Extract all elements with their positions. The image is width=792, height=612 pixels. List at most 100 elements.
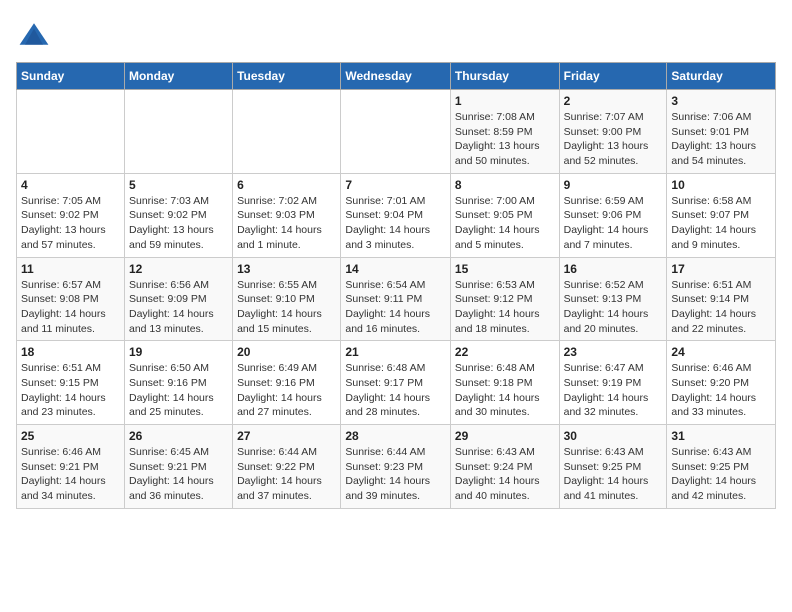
logo (16, 16, 56, 52)
day-info: Sunrise: 6:46 AMSunset: 9:21 PMDaylight:… (21, 445, 120, 504)
calendar-week-5: 25Sunrise: 6:46 AMSunset: 9:21 PMDayligh… (17, 425, 776, 509)
header-cell-friday: Friday (559, 63, 667, 90)
day-number: 26 (129, 429, 228, 443)
calendar-week-3: 11 Sunrise: 6:57 AMSunset: 9:08 PMDayligh… (17, 257, 776, 341)
day-number: 10 (671, 178, 771, 192)
day-number: 20 (237, 345, 336, 359)
header-cell-saturday: Saturday (667, 63, 776, 90)
day-info: Sunrise: 6:51 AMSunset: 9:14 PMDaylight:… (671, 278, 771, 337)
calendar-cell: 7 Sunrise: 7:01 AMSunset: 9:04 PMDaylight… (341, 173, 451, 257)
day-info: Sunrise: 6:44 AMSunset: 9:22 PMDaylight:… (237, 445, 336, 504)
day-info: Sunrise: 6:46 AMSunset: 9:20 PMDaylight:… (671, 361, 771, 420)
day-info: Sunrise: 6:57 AMSunset: 9:08 PMDaylight:… (21, 278, 120, 337)
calendar-cell: 9 Sunrise: 6:59 AMSunset: 9:06 PMDaylight… (559, 173, 667, 257)
day-info: Sunrise: 7:01 AMSunset: 9:04 PMDaylight:… (345, 194, 446, 253)
day-info: Sunrise: 6:43 AMSunset: 9:24 PMDaylight:… (455, 445, 555, 504)
header-row: SundayMondayTuesdayWednesdayThursdayFrid… (17, 63, 776, 90)
calendar-cell: 30 Sunrise: 6:43 AMSunset: 9:25 PMDayligh… (559, 425, 667, 509)
calendar-cell: 8 Sunrise: 7:00 AMSunset: 9:05 PMDaylight… (450, 173, 559, 257)
day-info: Sunrise: 6:48 AMSunset: 9:18 PMDaylight:… (455, 361, 555, 420)
calendar-cell (17, 90, 125, 174)
day-number: 18 (21, 345, 120, 359)
calendar-cell: 28 Sunrise: 6:44 AMSunset: 9:23 PMDayligh… (341, 425, 451, 509)
day-info: Sunrise: 6:49 AMSunset: 9:16 PMDaylight:… (237, 361, 336, 420)
day-info: Sunrise: 6:56 AMSunset: 9:09 PMDaylight:… (129, 278, 228, 337)
day-number: 1 (455, 94, 555, 108)
day-number: 5 (129, 178, 228, 192)
day-info: Sunrise: 7:05 AMSunset: 9:02 PMDaylight:… (21, 194, 120, 253)
calendar-cell: 14 Sunrise: 6:54 AMSunset: 9:11 PMDayligh… (341, 257, 451, 341)
day-number: 28 (345, 429, 446, 443)
header-cell-wednesday: Wednesday (341, 63, 451, 90)
day-number: 19 (129, 345, 228, 359)
day-number: 23 (564, 345, 663, 359)
day-number: 27 (237, 429, 336, 443)
day-info: Sunrise: 7:08 AMSunset: 8:59 PMDaylight:… (455, 110, 555, 169)
day-info: Sunrise: 6:55 AMSunset: 9:10 PMDaylight:… (237, 278, 336, 337)
day-number: 9 (564, 178, 663, 192)
day-info: Sunrise: 7:06 AMSunset: 9:01 PMDaylight:… (671, 110, 771, 169)
day-number: 7 (345, 178, 446, 192)
calendar-body: 1 Sunrise: 7:08 AMSunset: 8:59 PMDaylight… (17, 90, 776, 509)
day-number: 29 (455, 429, 555, 443)
calendar-cell: 4 Sunrise: 7:05 AMSunset: 9:02 PMDaylight… (17, 173, 125, 257)
day-number: 4 (21, 178, 120, 192)
day-info: Sunrise: 7:03 AMSunset: 9:02 PMDaylight:… (129, 194, 228, 253)
calendar-cell: 10Sunrise: 6:58 AMSunset: 9:07 PMDayligh… (667, 173, 776, 257)
calendar-cell: 24 Sunrise: 6:46 AMSunset: 9:20 PMDayligh… (667, 341, 776, 425)
day-info: Sunrise: 6:44 AMSunset: 9:23 PMDaylight:… (345, 445, 446, 504)
day-info: Sunrise: 6:59 AMSunset: 9:06 PMDaylight:… (564, 194, 663, 253)
day-info: Sunrise: 6:53 AMSunset: 9:12 PMDaylight:… (455, 278, 555, 337)
day-info: Sunrise: 6:43 AMSunset: 9:25 PMDaylight:… (671, 445, 771, 504)
calendar-header: SundayMondayTuesdayWednesdayThursdayFrid… (17, 63, 776, 90)
calendar-cell: 20 Sunrise: 6:49 AMSunset: 9:16 PMDayligh… (233, 341, 341, 425)
day-number: 24 (671, 345, 771, 359)
calendar-cell: 12 Sunrise: 6:56 AMSunset: 9:09 PMDayligh… (124, 257, 232, 341)
day-number: 13 (237, 262, 336, 276)
calendar-cell: 21Sunrise: 6:48 AMSunset: 9:17 PMDayligh… (341, 341, 451, 425)
calendar-cell: 23 Sunrise: 6:47 AMSunset: 9:19 PMDayligh… (559, 341, 667, 425)
header-cell-thursday: Thursday (450, 63, 559, 90)
header-cell-sunday: Sunday (17, 63, 125, 90)
day-number: 14 (345, 262, 446, 276)
calendar-cell: 1 Sunrise: 7:08 AMSunset: 8:59 PMDaylight… (450, 90, 559, 174)
calendar-week-4: 18 Sunrise: 6:51 AMSunset: 9:15 PMDayligh… (17, 341, 776, 425)
calendar-cell: 2Sunrise: 7:07 AMSunset: 9:00 PMDaylight… (559, 90, 667, 174)
calendar-cell: 18 Sunrise: 6:51 AMSunset: 9:15 PMDayligh… (17, 341, 125, 425)
calendar-cell: 19Sunrise: 6:50 AMSunset: 9:16 PMDayligh… (124, 341, 232, 425)
day-info: Sunrise: 6:47 AMSunset: 9:19 PMDaylight:… (564, 361, 663, 420)
calendar-cell: 11 Sunrise: 6:57 AMSunset: 9:08 PMDayligh… (17, 257, 125, 341)
calendar-week-2: 4 Sunrise: 7:05 AMSunset: 9:02 PMDaylight… (17, 173, 776, 257)
calendar-cell: 13 Sunrise: 6:55 AMSunset: 9:10 PMDayligh… (233, 257, 341, 341)
day-info: Sunrise: 6:54 AMSunset: 9:11 PMDaylight:… (345, 278, 446, 337)
calendar-cell (233, 90, 341, 174)
day-number: 3 (671, 94, 771, 108)
day-number: 6 (237, 178, 336, 192)
calendar-cell: 15 Sunrise: 6:53 AMSunset: 9:12 PMDayligh… (450, 257, 559, 341)
day-number: 30 (564, 429, 663, 443)
day-info: Sunrise: 6:43 AMSunset: 9:25 PMDaylight:… (564, 445, 663, 504)
day-number: 11 (21, 262, 120, 276)
day-info: Sunrise: 6:51 AMSunset: 9:15 PMDaylight:… (21, 361, 120, 420)
calendar-cell: 6Sunrise: 7:02 AMSunset: 9:03 PMDaylight… (233, 173, 341, 257)
calendar-week-1: 1 Sunrise: 7:08 AMSunset: 8:59 PMDaylight… (17, 90, 776, 174)
calendar-cell (124, 90, 232, 174)
day-number: 15 (455, 262, 555, 276)
day-number: 17 (671, 262, 771, 276)
calendar-cell: 22 Sunrise: 6:48 AMSunset: 9:18 PMDayligh… (450, 341, 559, 425)
logo-icon (16, 16, 52, 52)
day-number: 22 (455, 345, 555, 359)
day-number: 12 (129, 262, 228, 276)
calendar-cell: 31Sunrise: 6:43 AMSunset: 9:25 PMDayligh… (667, 425, 776, 509)
header-cell-monday: Monday (124, 63, 232, 90)
calendar-cell: 27 Sunrise: 6:44 AMSunset: 9:22 PMDayligh… (233, 425, 341, 509)
day-number: 8 (455, 178, 555, 192)
header-cell-tuesday: Tuesday (233, 63, 341, 90)
day-info: Sunrise: 7:00 AMSunset: 9:05 PMDaylight:… (455, 194, 555, 253)
calendar-cell: 3 Sunrise: 7:06 AMSunset: 9:01 PMDaylight… (667, 90, 776, 174)
calendar-table: SundayMondayTuesdayWednesdayThursdayFrid… (16, 62, 776, 509)
calendar-cell: 17 Sunrise: 6:51 AMSunset: 9:14 PMDayligh… (667, 257, 776, 341)
day-info: Sunrise: 6:52 AMSunset: 9:13 PMDaylight:… (564, 278, 663, 337)
calendar-cell: 5 Sunrise: 7:03 AMSunset: 9:02 PMDaylight… (124, 173, 232, 257)
day-number: 2 (564, 94, 663, 108)
